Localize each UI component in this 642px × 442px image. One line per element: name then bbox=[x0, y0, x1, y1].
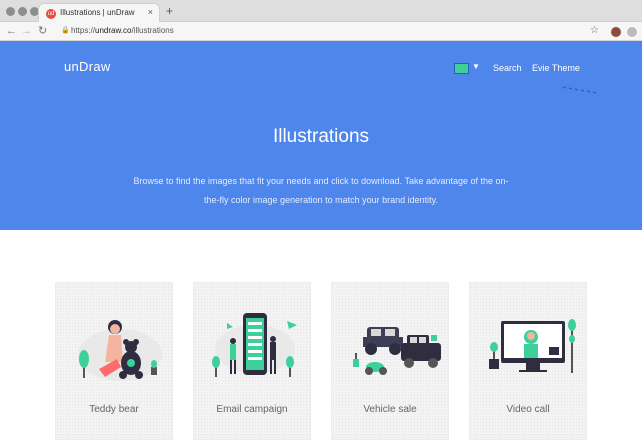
bookmark-star-icon[interactable]: ☆ bbox=[590, 25, 599, 36]
card-label: Teddy bear bbox=[89, 404, 139, 415]
undraw-favicon-icon: ud bbox=[46, 9, 56, 19]
email-campaign-illustration bbox=[212, 313, 297, 377]
nav-search-link[interactable]: Search bbox=[493, 63, 522, 73]
forward-arrow-icon[interactable]: → bbox=[21, 24, 32, 38]
new-tab-button[interactable]: + bbox=[166, 4, 173, 18]
url-text[interactable]: https://undraw.co/illustrations bbox=[71, 26, 174, 35]
decorative-dashes-icon bbox=[562, 86, 597, 94]
close-tab-icon[interactable]: × bbox=[148, 7, 153, 17]
chevron-down-icon[interactable]: ▼ bbox=[472, 62, 480, 71]
tab-title: Illustrations | unDraw bbox=[60, 8, 135, 17]
nav-theme-link[interactable]: Evie Theme bbox=[532, 63, 580, 73]
illustration-card-teddy-bear[interactable]: Teddy bear bbox=[55, 282, 173, 440]
minimize-window-button[interactable] bbox=[18, 7, 27, 16]
profile-avatar[interactable] bbox=[611, 27, 621, 37]
teddy-bear-illustration bbox=[78, 320, 162, 381]
hero-section: unDraw ▼ Search Evie Theme Illustrations… bbox=[0, 41, 642, 230]
extension-icon[interactable] bbox=[627, 27, 637, 37]
back-arrow-icon[interactable]: ← bbox=[6, 24, 17, 38]
close-window-button[interactable] bbox=[6, 7, 15, 16]
illustration-card-video-call[interactable]: Video call bbox=[469, 282, 587, 440]
video-call-illustration bbox=[489, 319, 576, 373]
illustration-card-vehicle-sale[interactable]: Vehicle sale bbox=[331, 282, 449, 440]
page-subtitle: Browse to find the images that fit your … bbox=[133, 176, 509, 205]
lock-icon: 🔒 bbox=[61, 27, 70, 34]
reload-icon[interactable]: ↻ bbox=[38, 24, 47, 38]
card-label: Video call bbox=[506, 404, 550, 415]
site-logo[interactable]: unDraw bbox=[64, 59, 111, 74]
address-bar[interactable]: 🔒 https://undraw.co/illustrations ☆ bbox=[55, 24, 605, 39]
card-label: Vehicle sale bbox=[363, 404, 417, 415]
vehicle-sale-illustration bbox=[353, 327, 441, 375]
browser-tab[interactable]: ud Illustrations | unDraw × bbox=[38, 3, 160, 23]
card-label: Email campaign bbox=[216, 404, 288, 415]
page-title: Illustrations bbox=[272, 126, 370, 147]
illustration-card-email-campaign[interactable]: Email campaign bbox=[193, 282, 311, 440]
browser-tab-bar: ud Illustrations | unDraw × + bbox=[0, 0, 642, 23]
browser-toolbar: ← → ↻ 🔒 https://undraw.co/illustrations … bbox=[0, 22, 642, 41]
page-content: unDraw ▼ Search Evie Theme Illustrations… bbox=[0, 41, 642, 442]
color-picker-swatch[interactable] bbox=[454, 63, 469, 74]
